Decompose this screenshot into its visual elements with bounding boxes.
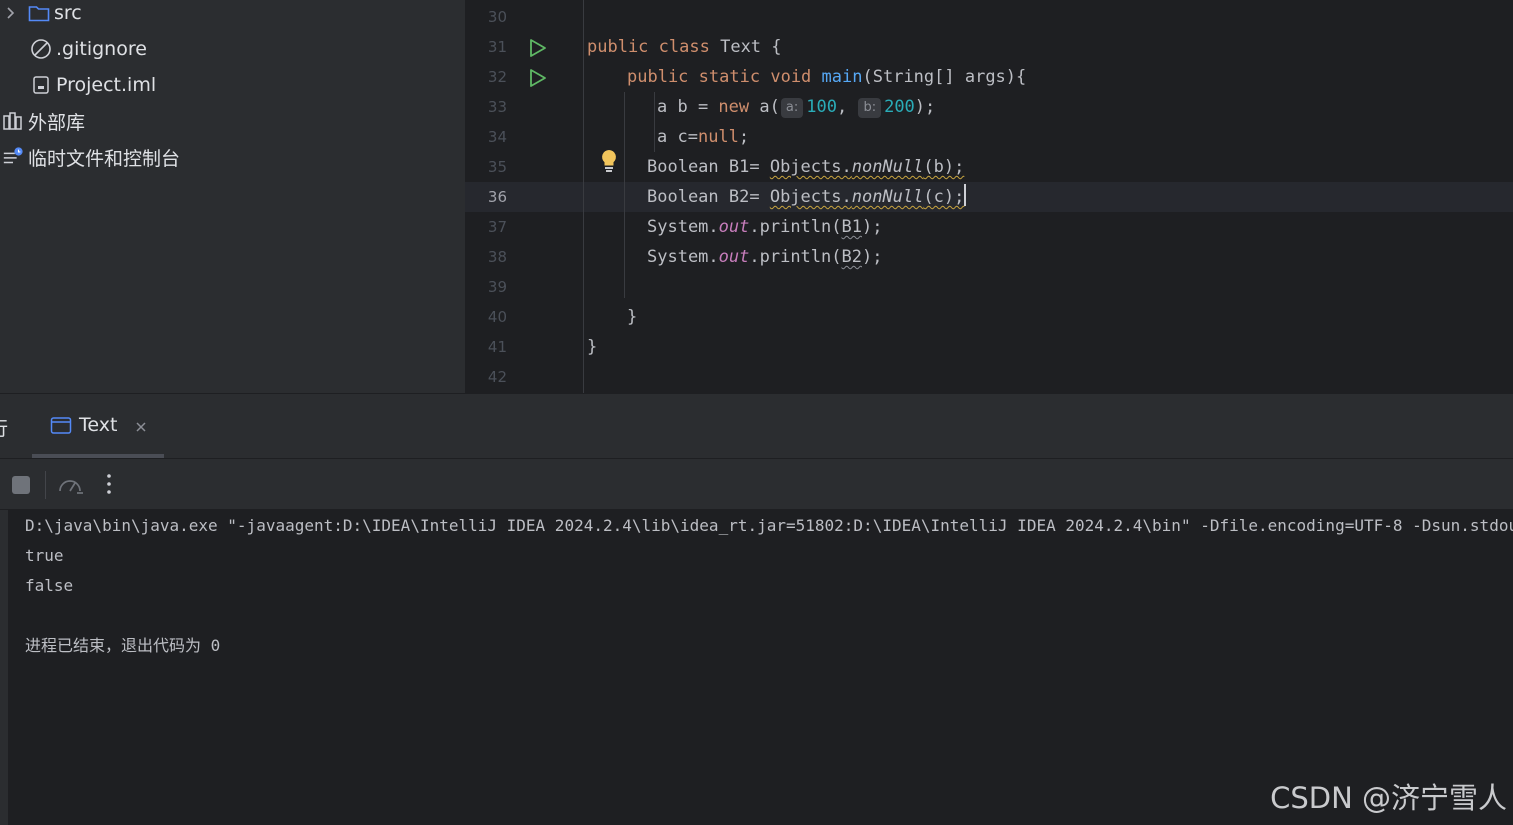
line-number: 41: [487, 338, 507, 356]
indent-guide: [654, 92, 655, 152]
line-number: 39: [487, 278, 507, 296]
run-main-icon[interactable]: [528, 68, 548, 88]
line-number: 33: [487, 98, 507, 116]
tree-item-project-iml[interactable]: Project.iml: [30, 67, 156, 103]
project-tree-panel: src .gitignore Project.iml 外部库 临时文件和控制台: [0, 0, 465, 393]
toolbar-separator: [45, 471, 46, 499]
code-line-38: System.out.println(B2);: [647, 247, 883, 267]
line-number: 30: [487, 8, 507, 26]
code-line-41: }: [587, 337, 598, 357]
tree-item-label: 外部库: [28, 111, 86, 134]
run-tool-window: 运行 Text D:\java\bin\java.exe "-javaagent…: [0, 393, 1513, 825]
run-window-title: 运行: [0, 414, 8, 441]
more-options-icon[interactable]: [106, 473, 112, 499]
tree-item-label: Project.iml: [56, 74, 157, 96]
param-hint-a: a:: [780, 98, 804, 118]
line-number: 38: [487, 248, 507, 266]
tree-item-external-libraries[interactable]: 外部库: [2, 103, 85, 139]
watermark: CSDN @济宁雪人: [1270, 781, 1507, 815]
line-number: 42: [487, 368, 507, 386]
code-line-37: System.out.println(B1);: [647, 217, 883, 237]
console-line-command: D:\java\bin\java.exe "-javaagent:D:\IDEA…: [25, 516, 1513, 535]
library-icon: [2, 110, 24, 132]
tree-item-gitignore[interactable]: .gitignore: [30, 31, 147, 67]
ignored-file-icon: [30, 38, 52, 60]
line-number: 40: [487, 308, 507, 326]
run-tab-bar: 运行 Text: [0, 394, 1513, 459]
line-number: 37: [487, 218, 507, 236]
indent-guide: [624, 92, 625, 298]
tree-item-label: .gitignore: [56, 38, 147, 60]
code-line-33: a b = new a(a: 100, b: 200);: [657, 97, 936, 118]
text-caret: [964, 184, 967, 206]
tree-item-scratches[interactable]: 临时文件和控制台: [2, 139, 180, 175]
code-editor[interactable]: 30 31 32 33 34 35 36 37 38 39 40 41 42 p…: [465, 0, 1513, 393]
lightbulb-icon[interactable]: [598, 148, 620, 174]
application-icon: [50, 416, 72, 440]
active-tab-indicator: [32, 454, 164, 458]
code-line-35: Boolean B1= Objects.nonNull(b);: [647, 157, 965, 177]
current-line-highlight: [465, 182, 1513, 212]
close-icon[interactable]: [134, 419, 148, 438]
tree-item-label: src: [54, 2, 82, 24]
stop-icon[interactable]: [12, 476, 30, 494]
param-hint-b: b:: [858, 98, 882, 118]
code-line-32: public static void main(String[] args){: [627, 67, 1027, 87]
tab-label: Text: [79, 414, 118, 436]
run-class-icon[interactable]: [528, 38, 548, 58]
profiler-gauge-icon[interactable]: [57, 473, 85, 501]
code-line-36: Boolean B2= Objects.nonNull(c);: [647, 182, 967, 212]
tab-text[interactable]: Text: [32, 394, 164, 458]
folder-icon: [28, 2, 50, 24]
console-line: false: [25, 576, 74, 595]
console-line: true: [25, 546, 64, 565]
line-number: 34: [487, 128, 507, 146]
gutter-separator: [583, 0, 584, 393]
tree-item-src[interactable]: src: [0, 0, 82, 31]
line-number: 32: [487, 68, 507, 86]
module-file-icon: [30, 74, 52, 96]
run-toolbar: [0, 459, 1513, 510]
line-number-current: 36: [487, 188, 507, 206]
scratches-icon: [2, 146, 24, 168]
chevron-right-icon[interactable]: [4, 2, 18, 24]
line-number: 35: [487, 158, 507, 176]
tree-item-label: 临时文件和控制台: [28, 147, 181, 170]
code-line-34: a c=null;: [657, 127, 750, 147]
code-line-31: public class Text {: [587, 37, 782, 57]
line-number: 31: [487, 38, 507, 56]
code-line-40: }: [627, 307, 638, 327]
console-line-exit: 进程已结束，退出代码为 0: [25, 636, 221, 655]
editor-gutter: 30 31 32 33 34 35 36 37 38 39 40 41 42: [465, 0, 583, 393]
